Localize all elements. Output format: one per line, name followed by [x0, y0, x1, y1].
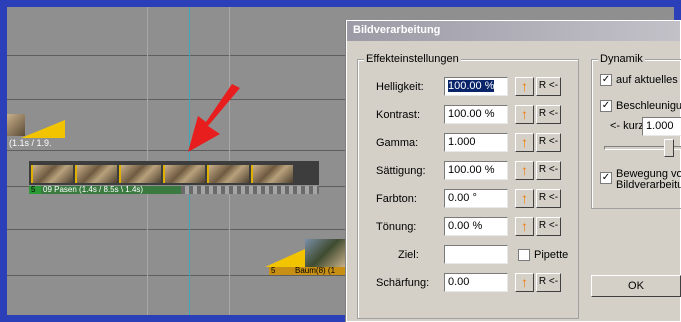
- saturation-label: Sättigung:: [376, 165, 426, 177]
- hue-reset-button[interactable]: R <-: [536, 189, 561, 208]
- gamma-label: Gamma:: [376, 137, 419, 149]
- pipette-checkbox[interactable]: [518, 249, 530, 261]
- saturation-reset-button[interactable]: R <-: [536, 161, 561, 180]
- tint-input[interactable]: 0.00 %: [444, 217, 508, 236]
- frame-thumbnail: [163, 165, 205, 183]
- brightness-up-button[interactable]: ↑: [515, 77, 534, 96]
- timeline-clip-1[interactable]: (1.1s / 1.9.: [7, 110, 77, 150]
- hue-input[interactable]: 0.00 °: [444, 189, 508, 208]
- contrast-label: Kontrast:: [376, 109, 421, 121]
- tint-reset-button[interactable]: R <-: [536, 217, 561, 236]
- clip-label: 09 Pasen (1.4s / 8.5s \ 1.4s): [43, 185, 144, 194]
- target-row: Ziel: Pipette: [358, 245, 578, 265]
- timeline-clip-3[interactable]: 5 Baum(8) (1: [265, 233, 355, 277]
- short-input[interactable]: 1.000: [642, 117, 681, 136]
- contrast-reset-button[interactable]: R <-: [536, 105, 561, 124]
- saturation-row: Sättigung: 100.00 % ↑ R <-: [358, 161, 578, 181]
- brightness-row: Helligkeit: 100.00 % ↑ R <-: [358, 77, 578, 97]
- contrast-row: Kontrast: 100.00 % ↑ R <-: [358, 105, 578, 125]
- sharpness-up-button[interactable]: ↑: [515, 273, 534, 292]
- frame-thumbnail: [31, 165, 73, 183]
- motion-label-2: Bildverarbeitung: [616, 179, 681, 191]
- dialog-title: Bildverarbeitung: [347, 21, 680, 41]
- fade-in-ramp[interactable]: [265, 249, 305, 267]
- sharpness-reset-button[interactable]: R <-: [536, 273, 561, 292]
- frame-thumbnail: [251, 165, 293, 183]
- brightness-reset-button[interactable]: R <-: [536, 77, 561, 96]
- tint-label: Tönung:: [376, 221, 417, 233]
- ok-button[interactable]: OK: [591, 275, 681, 297]
- fade-in-ramp[interactable]: [21, 120, 65, 138]
- apply-current-checkbox[interactable]: ✓: [600, 74, 612, 86]
- effects-group: Effekteinstellungen Helligkeit: 100.00 %…: [357, 53, 579, 319]
- hue-up-button[interactable]: ↑: [515, 189, 534, 208]
- acceleration-slider-thumb[interactable]: [664, 139, 674, 157]
- clip-label: Baum(8) (1: [295, 266, 336, 275]
- hue-row: Farbton: 0.00 ° ↑ R <-: [358, 189, 578, 209]
- short-label: <- kurz: [610, 120, 644, 132]
- contrast-input[interactable]: 100.00 %: [444, 105, 508, 124]
- clip-filmstrip: [29, 161, 319, 185]
- clip-label: (1.1s / 1.9.: [9, 138, 52, 148]
- apply-current-label: auf aktuelles Bi: [616, 74, 681, 86]
- brightness-input[interactable]: 100.00 %: [444, 77, 508, 96]
- clip-thumbnail: [305, 239, 345, 267]
- sharpness-input[interactable]: 0.00: [444, 273, 508, 292]
- clip-marker: 5: [271, 266, 276, 275]
- acceleration-checkbox[interactable]: ✓: [600, 100, 612, 112]
- acceleration-label: Beschleunigung: [616, 100, 681, 112]
- gamma-reset-button[interactable]: R <-: [536, 133, 561, 152]
- hue-label: Farbton:: [376, 193, 417, 205]
- effects-group-label: Effekteinstellungen: [364, 53, 461, 65]
- target-label: Ziel:: [398, 249, 419, 261]
- clip-marker: 5: [31, 185, 36, 194]
- frame-thumbnail: [119, 165, 161, 183]
- sharpness-row: Schärfung: 0.00 ↑ R <-: [358, 273, 578, 293]
- gamma-row: Gamma: 1.000 ↑ R <-: [358, 133, 578, 153]
- arrow-annotation-icon: [188, 84, 240, 152]
- image-processing-dialog: Bildverarbeitung Effekteinstellungen Hel…: [346, 20, 681, 322]
- dynamics-group-label: Dynamik: [598, 53, 645, 65]
- gamma-up-button[interactable]: ↑: [515, 133, 534, 152]
- brightness-label: Helligkeit:: [376, 81, 424, 93]
- pipette-label: Pipette: [534, 249, 569, 261]
- contrast-up-button[interactable]: ↑: [515, 105, 534, 124]
- frame-thumbnail: [75, 165, 117, 183]
- saturation-up-button[interactable]: ↑: [515, 161, 534, 180]
- tint-up-button[interactable]: ↑: [515, 217, 534, 236]
- timeline-clip-2[interactable]: 5 09 Pasen (1.4s / 8.5s \ 1.4s): [29, 155, 329, 201]
- gamma-input[interactable]: 1.000: [444, 133, 508, 152]
- dynamics-group: Dynamik ✓ auf aktuelles Bi ✓ Beschleunig…: [591, 53, 681, 209]
- frame-thumbnail: [207, 165, 249, 183]
- motion-checkbox[interactable]: ✓: [600, 172, 612, 184]
- target-color-field[interactable]: [444, 245, 508, 264]
- sharpness-label: Schärfung:: [376, 277, 430, 289]
- saturation-input[interactable]: 100.00 %: [444, 161, 508, 180]
- tint-row: Tönung: 0.00 % ↑ R <-: [358, 217, 578, 237]
